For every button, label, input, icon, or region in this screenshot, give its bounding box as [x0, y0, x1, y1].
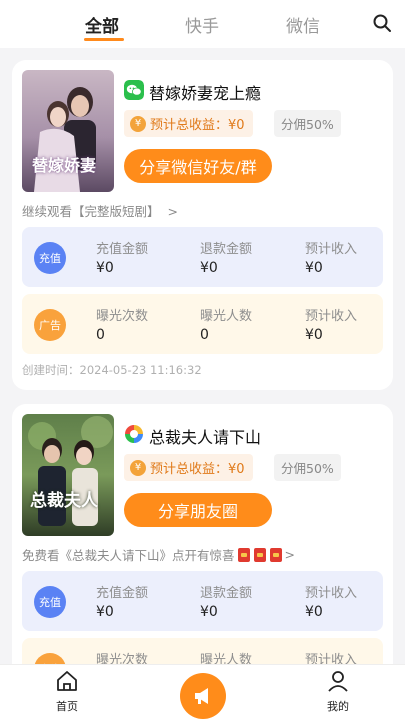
red-envelope-icon: [237, 547, 250, 562]
stat-label: 退款金额: [200, 242, 253, 257]
drama-poster[interactable]: 总裁夫人: [22, 414, 114, 536]
ad-badge: 广告: [34, 309, 66, 341]
promote-button[interactable]: [180, 673, 226, 719]
drama-title: 替嫁娇妻宠上瘾: [149, 84, 262, 103]
nav-home[interactable]: 首页: [37, 669, 97, 714]
share-button-label: 分享微信好友/群: [139, 158, 257, 177]
tab-all[interactable]: 全部: [85, 12, 119, 37]
moments-icon: [125, 425, 143, 443]
estimated-earnings: ¥ 预计总收益：¥0: [124, 454, 253, 481]
stat-value: ¥0: [96, 260, 114, 276]
share-moments-button[interactable]: 分享朋友圈: [124, 493, 272, 527]
stat-value: ¥0: [200, 260, 218, 276]
stat-label: 充值金额: [96, 242, 149, 257]
recharge-stats-panel: 充值 充值金额 退款金额 预计收入 ¥0 ¥0 ¥0: [22, 227, 383, 287]
stat-value: ¥0: [305, 327, 323, 343]
home-icon: [57, 671, 77, 691]
red-envelope-icon: [253, 547, 266, 562]
chevron-right-icon: >: [167, 204, 178, 219]
estimated-earnings: ¥ 预计总收益：¥0: [124, 110, 253, 137]
link-text: 免费看《总裁夫人请下山》点开有惊喜: [22, 548, 235, 563]
earnings-label: 预计总收益：¥0: [150, 118, 245, 133]
commission-badge: 分佣50%: [274, 454, 341, 481]
wechat-icon: [124, 80, 144, 100]
stat-value: ¥0: [96, 604, 114, 620]
recharge-badge: 充值: [34, 586, 66, 618]
stat-label: 充值金额: [96, 586, 149, 601]
continue-watching-link[interactable]: 继续观看【完整版短剧】 >: [22, 201, 178, 220]
earnings-label: 预计总收益：¥0: [150, 462, 245, 477]
poster-caption: 总裁夫人: [30, 491, 98, 511]
link-text: 继续观看【完整版短剧】: [22, 204, 160, 219]
commission-badge: 分佣50%: [274, 110, 341, 137]
stat-value: 0: [200, 327, 209, 343]
commission-label: 分佣50%: [281, 117, 334, 132]
recharge-stats-panel: 充值 充值金额 退款金额 预计收入 ¥0 ¥0 ¥0: [22, 571, 383, 631]
stat-label: 预计收入: [305, 242, 358, 257]
share-button-label: 分享朋友圈: [157, 502, 238, 521]
stat-value: ¥0: [305, 604, 323, 620]
nav-mine[interactable]: 我的: [308, 669, 368, 714]
user-icon: [328, 671, 348, 692]
chevron-right-icon: >: [284, 547, 295, 562]
top-tab-bar: 全部 快手 微信: [0, 0, 405, 48]
stat-label: 曝光次数: [96, 309, 149, 324]
created-time: 创建时间：2024-05-23 11:16:32: [22, 363, 202, 377]
coin-bag-icon: ¥: [130, 459, 146, 476]
drama-poster[interactable]: 替嫁娇妻: [22, 70, 114, 192]
megaphone-icon: [195, 688, 208, 704]
stat-label: 预计收入: [305, 309, 358, 324]
drama-card: 替嫁娇妻 替嫁娇妻宠上瘾 ¥ 预计总收益：¥0 分佣50% 分享微信好友/群 继…: [12, 60, 393, 390]
tab-kuaishou[interactable]: 快手: [185, 12, 219, 37]
stat-label: 曝光人数: [200, 309, 253, 324]
recharge-badge: 充值: [34, 242, 66, 274]
nav-home-label: 首页: [56, 700, 78, 713]
drama-card: 总裁夫人 总裁夫人请下山 ¥ 预计总收益：¥0 分佣50% 分享朋友圈 免费看《…: [12, 404, 393, 704]
stat-value: ¥0: [200, 604, 218, 620]
stat-label: 退款金额: [200, 586, 253, 601]
tab-active-indicator: [84, 38, 124, 41]
stat-value: 0: [96, 327, 105, 343]
red-envelope-icon: [269, 547, 282, 562]
tab-wechat[interactable]: 微信: [286, 12, 320, 37]
coin-bag-icon: ¥: [130, 115, 146, 132]
commission-label: 分佣50%: [281, 461, 334, 476]
ad-stats-panel: 广告 曝光次数 曝光人数 预计收入 0 0 ¥0: [22, 294, 383, 354]
nav-mine-label: 我的: [327, 700, 349, 713]
drama-title: 总裁夫人请下山: [149, 428, 262, 447]
poster-caption: 替嫁娇妻: [32, 156, 97, 175]
free-watch-link[interactable]: 免费看《总裁夫人请下山》点开有惊喜 >: [22, 545, 295, 564]
stat-label: 预计收入: [305, 586, 358, 601]
share-wechat-button[interactable]: 分享微信好友/群: [124, 149, 272, 183]
search-icon[interactable]: [371, 12, 393, 34]
stat-value: ¥0: [305, 260, 323, 276]
